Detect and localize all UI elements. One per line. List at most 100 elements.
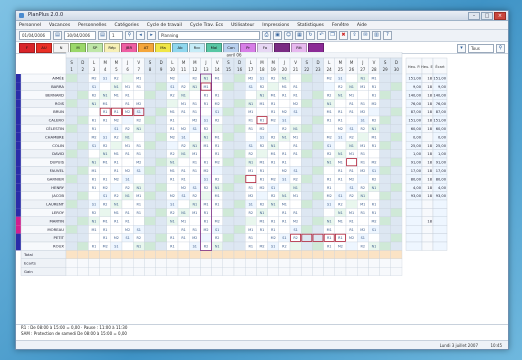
planning-cell[interactable] [77,82,89,91]
planning-cell[interactable] [345,157,358,167]
planning-cell[interactable] [144,82,156,91]
planning-cell[interactable] [65,166,78,175]
activity-button-fo[interactable]: Fo [257,42,273,53]
planning-cell[interactable] [77,157,89,167]
planning-cell[interactable] [245,216,257,226]
planning-cell[interactable] [88,191,100,201]
planning-cell[interactable] [200,107,212,117]
menu-item-personnelles[interactable]: Personnelles [78,23,106,28]
menu-item-personnel[interactable]: Personnel [19,23,41,28]
planning-cell[interactable] [65,99,78,108]
planning-cell[interactable] [267,208,279,217]
planning-cell[interactable] [390,157,403,167]
planning-cell[interactable] [233,90,246,100]
planning-cell[interactable] [77,191,89,201]
planning-cell[interactable] [233,141,246,150]
planning-cell[interactable] [189,90,201,100]
planning-cell[interactable] [289,157,302,167]
planning-cell[interactable] [155,191,167,201]
planning-cell[interactable] [77,124,89,133]
planning-cell[interactable] [312,174,324,184]
planning-cell[interactable] [155,241,167,251]
planning-cell[interactable] [77,73,89,83]
planning-cell[interactable] [312,166,324,175]
planning-cell[interactable] [267,124,279,133]
planning-cell[interactable] [379,90,391,100]
planning-cell[interactable] [144,107,156,117]
planning-cell[interactable] [222,183,235,192]
planning-cell[interactable] [379,141,391,150]
planning-cell[interactable] [301,107,313,117]
planning-cell[interactable] [390,191,403,201]
planning-cell[interactable] [155,208,167,217]
planning-cell[interactable] [144,199,156,209]
planning-cell[interactable] [312,141,324,150]
planning-cell[interactable] [312,73,324,83]
planning-cell[interactable] [301,241,313,251]
planning-cell[interactable] [379,183,391,192]
planning-cell[interactable] [166,225,179,234]
planning-cell[interactable] [289,115,302,125]
planning-cell[interactable] [357,132,369,142]
planning-cell[interactable] [312,149,324,159]
menu-item-impressions[interactable]: Impressions [262,23,289,28]
planning-cell[interactable] [233,157,246,167]
planning-cell[interactable] [368,191,380,201]
menu-item-utilisateur[interactable]: Utilisateur [231,23,254,28]
planning-cell[interactable] [379,115,391,125]
planning-cell[interactable] [110,183,123,192]
planning-cell[interactable] [301,199,313,209]
planning-cell[interactable] [312,216,324,226]
planning-cell[interactable] [177,115,190,125]
planning-cell[interactable] [233,82,246,91]
planning-cell[interactable] [379,233,391,243]
prev-icon[interactable]: ◂ [136,31,145,40]
planning-cell[interactable] [267,82,279,91]
planning-cell[interactable] [177,73,190,83]
planning-cell[interactable] [155,82,167,91]
planning-cell[interactable] [256,149,268,159]
planning-cell[interactable] [222,141,235,150]
planning-cell[interactable] [155,199,167,209]
planning-cell[interactable] [312,115,324,125]
planning-cell[interactable] [88,107,100,117]
planning-cell[interactable] [256,107,268,117]
planning-cell[interactable] [390,174,403,184]
planning-cell[interactable] [77,225,89,234]
minimize-button[interactable]: – [468,12,480,20]
planning-cell[interactable] [144,216,156,226]
category-field[interactable]: 1 [109,31,123,40]
planning-cell[interactable] [323,124,335,133]
planning-cell[interactable] [312,107,324,117]
planning-cell[interactable] [390,124,403,133]
planning-cell[interactable] [323,82,335,91]
planning-cell[interactable] [379,174,391,184]
activity-button-rep[interactable]: Rép [104,42,120,53]
planning-cell[interactable] [312,90,324,100]
planning-cell[interactable] [278,141,291,150]
planning-cell[interactable] [368,107,380,117]
planning-cell[interactable] [222,216,235,226]
planning-cell[interactable] [233,115,246,125]
planning-cell[interactable] [278,99,291,108]
planning-cell[interactable] [390,99,403,108]
planning-cell[interactable] [379,241,391,251]
planning-cell[interactable] [211,208,223,217]
planning-cell[interactable] [110,141,123,150]
planning-cell[interactable] [379,191,391,201]
planning-cell[interactable] [379,166,391,175]
planning-cell[interactable] [323,208,335,217]
planning-cell[interactable] [155,107,167,117]
planning-cell[interactable] [379,124,391,133]
planning-cell[interactable] [65,141,78,150]
planning-cell[interactable] [144,225,156,234]
planning-cell[interactable] [222,174,235,184]
planning-cell[interactable] [133,174,145,184]
planning-cell[interactable] [133,216,145,226]
planning-cell[interactable] [155,90,167,100]
planning-cell[interactable] [301,115,313,125]
planning-cell[interactable] [379,107,391,117]
planning-cell[interactable] [334,99,347,108]
planning-cell[interactable] [390,208,403,217]
planning-cell[interactable] [155,124,167,133]
